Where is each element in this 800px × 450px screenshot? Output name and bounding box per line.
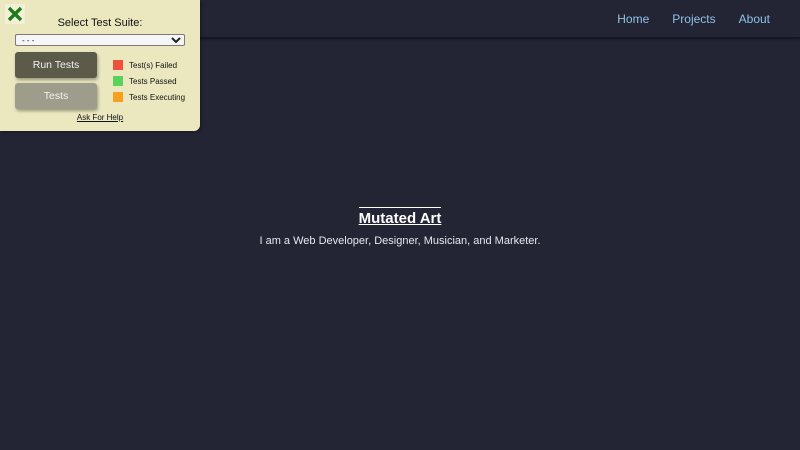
executing-swatch	[113, 92, 123, 102]
hero-subtitle: I am a Web Developer, Designer, Musician…	[259, 235, 541, 247]
run-tests-button[interactable]: Run Tests	[15, 52, 97, 78]
failed-swatch	[113, 60, 123, 70]
nav-link-home[interactable]: Home	[617, 12, 649, 26]
legend-item-failed: Test(s) Failed	[113, 57, 185, 73]
legend-label-executing: Tests Executing	[129, 92, 186, 102]
legend-label-failed: Test(s) Failed	[129, 60, 178, 70]
main-nav: Home Projects About	[594, 0, 770, 38]
passed-swatch	[113, 76, 123, 86]
legend-label-passed: Tests Passed	[129, 76, 177, 86]
test-suite-select[interactable]: - - -	[15, 34, 185, 46]
hero: Mutated Art I am a Web Developer, Design…	[0, 207, 800, 247]
test-panel: Select Test Suite: - - - Run Tests Tests…	[0, 0, 200, 131]
hero-title: Mutated Art	[358, 207, 442, 229]
nav-link-about[interactable]: About	[739, 12, 770, 26]
page: Home Projects About Mutated Art I am a W…	[0, 0, 800, 450]
test-suite-title: Select Test Suite:	[57, 17, 143, 29]
test-status-legend: Test(s) Failed Tests Passed Tests Execut…	[113, 57, 185, 105]
nav-link-projects[interactable]: Projects	[672, 12, 715, 26]
legend-item-executing: Tests Executing	[113, 89, 185, 105]
ask-for-help-link[interactable]: Ask For Help	[0, 113, 200, 122]
legend-item-passed: Tests Passed	[113, 73, 185, 89]
tests-button[interactable]: Tests	[15, 83, 97, 109]
